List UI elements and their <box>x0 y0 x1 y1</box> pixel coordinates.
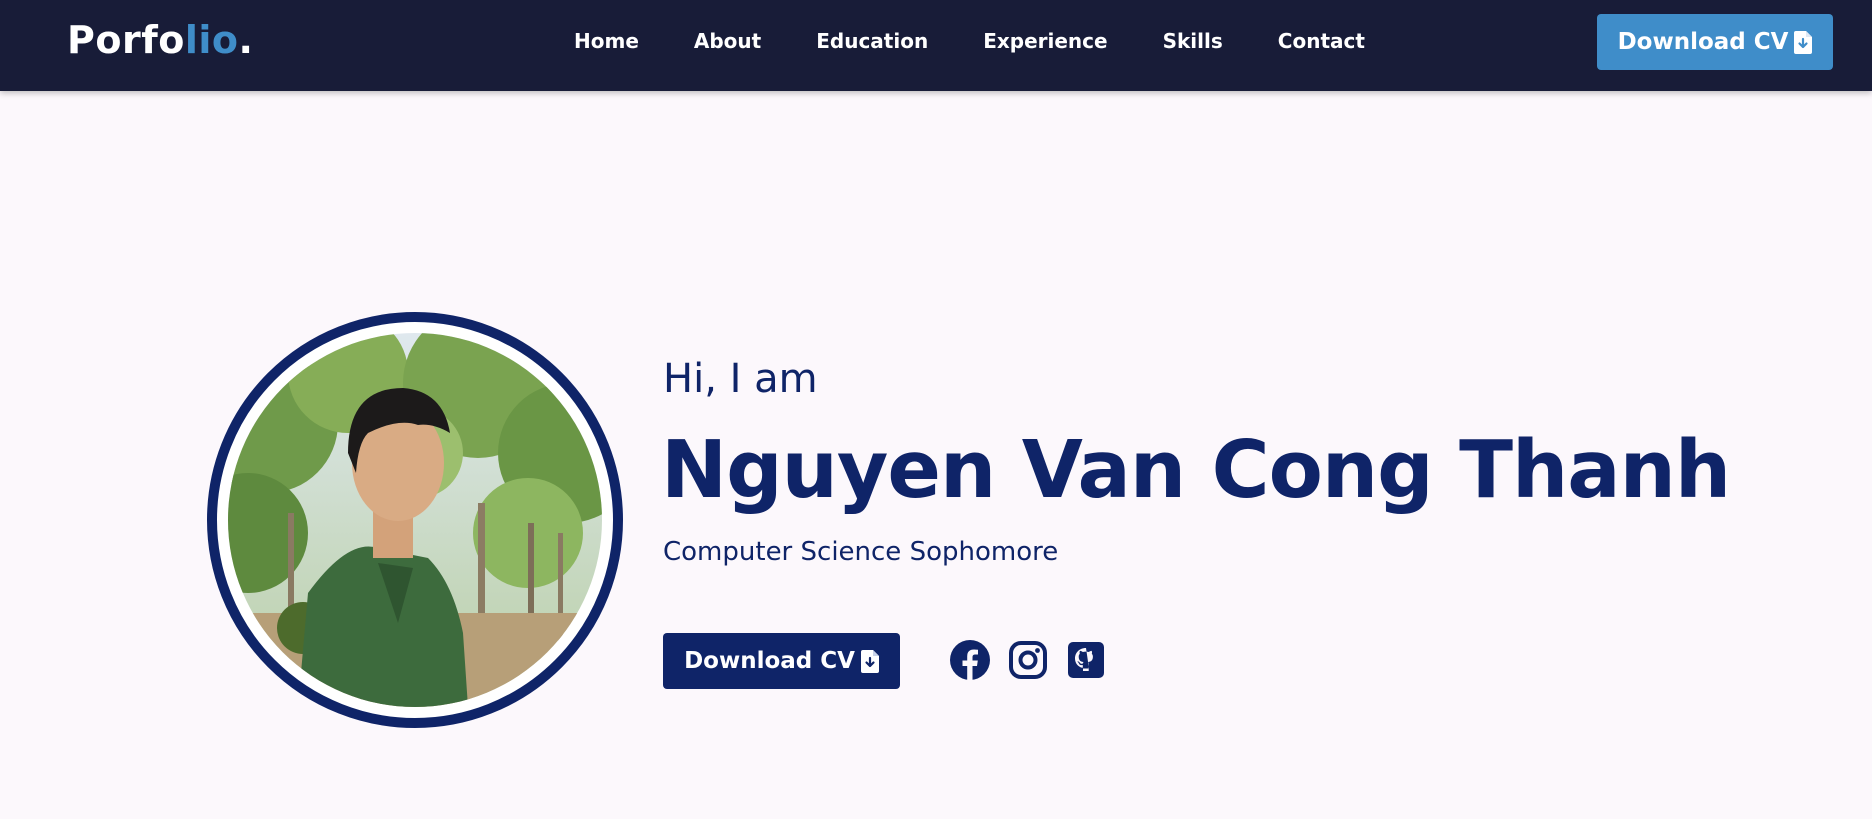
nav-link-home[interactable]: Home <box>574 29 639 53</box>
file-download-icon <box>860 649 879 673</box>
header-download-cv-button[interactable]: Download CV <box>1597 14 1833 70</box>
logo-accent: lio <box>184 18 239 62</box>
facebook-icon[interactable] <box>950 640 990 680</box>
file-download-icon <box>1794 30 1813 54</box>
nav-link-education[interactable]: Education <box>816 29 928 53</box>
nav-link-experience[interactable]: Experience <box>983 29 1107 53</box>
social-links <box>950 640 1106 680</box>
hero-greeting: Hi, I am <box>663 356 818 402</box>
avatar-frame <box>207 312 623 728</box>
instagram-icon[interactable] <box>1008 640 1048 680</box>
logo-suffix: . <box>238 18 254 62</box>
hero-role: Computer Science Sophomore <box>663 537 1059 567</box>
profile-photo <box>228 333 602 707</box>
header-download-cv-label: Download CV <box>1617 29 1789 55</box>
nav-link-contact[interactable]: Contact <box>1278 29 1365 53</box>
nav-link-about[interactable]: About <box>694 29 761 53</box>
logo[interactable]: Porfolio. <box>67 18 253 62</box>
nav-link-skills[interactable]: Skills <box>1163 29 1223 53</box>
hero-download-cv-label: Download CV <box>684 648 855 674</box>
hero-download-cv-button[interactable]: Download CV <box>663 633 900 689</box>
nav-links: Home About Education Experience Skills C… <box>574 29 1420 53</box>
logo-main: Porfo <box>67 18 185 62</box>
navbar: Porfolio. Home About Education Experienc… <box>0 0 1872 91</box>
github-icon[interactable] <box>1066 640 1106 680</box>
hero-name: Nguyen Van Cong Thanh <box>661 424 1731 516</box>
